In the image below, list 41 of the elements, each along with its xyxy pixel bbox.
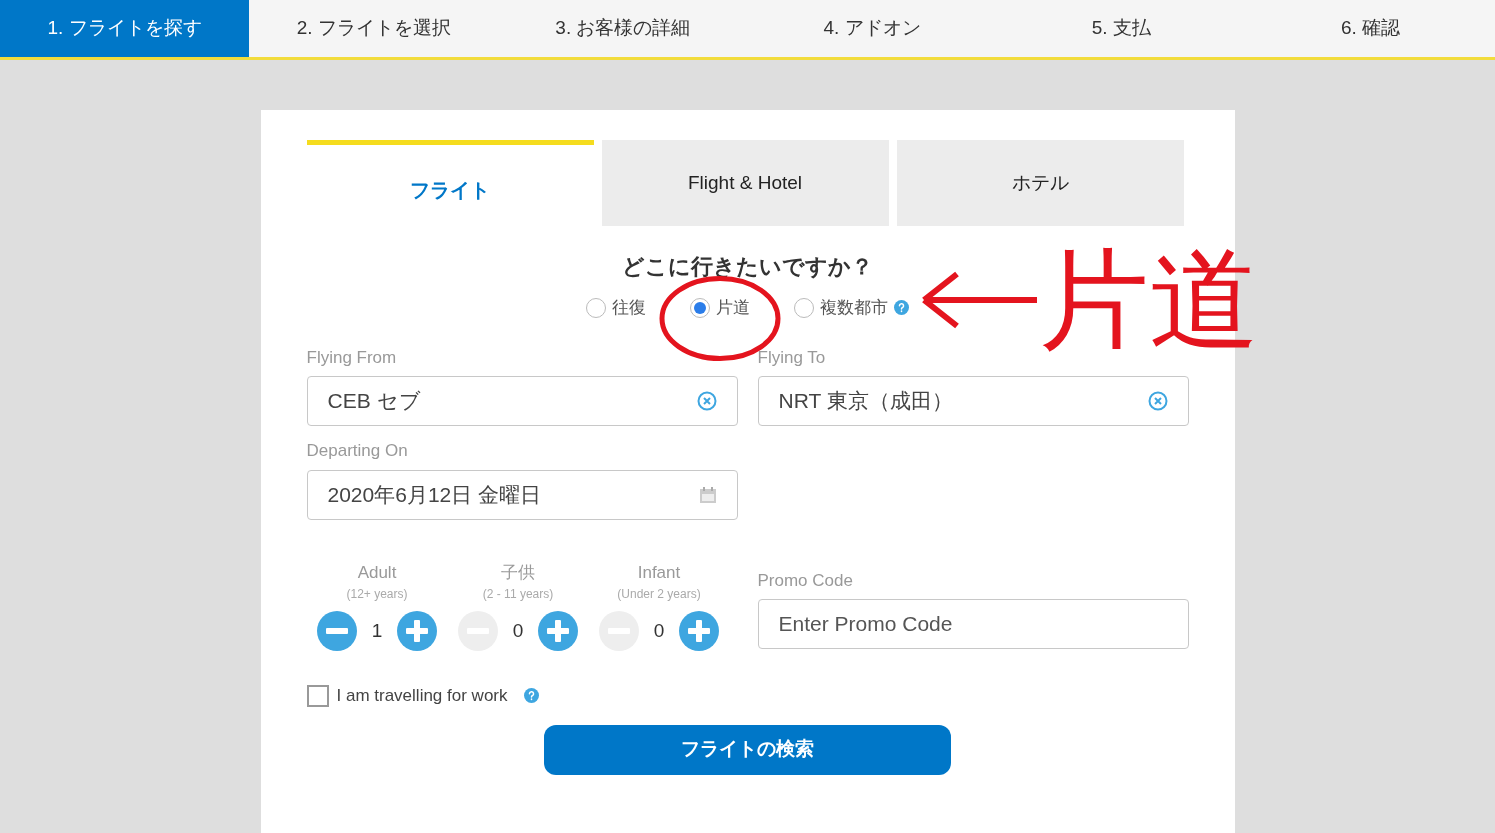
field-label: Flying From [306, 346, 398, 369]
help-icon[interactable] [523, 688, 539, 704]
product-tab[interactable]: Flight & Hotel [601, 140, 889, 226]
passenger-label: 子供 [501, 561, 535, 584]
annotation-text: 片道 [1038, 245, 1259, 355]
step-tab[interactable]: 4. アドオン [747, 0, 997, 57]
passenger-label: Infant [637, 561, 681, 584]
radio-label: 複数都市 [820, 297, 888, 319]
age-range: (Under 2 years) [617, 586, 701, 603]
step-tab[interactable]: 1. フライトを探す [0, 0, 250, 57]
radio-label: 片道 [716, 297, 750, 319]
step-tab[interactable]: 3. お客様の詳細 [498, 0, 748, 57]
passenger-count: 0 [511, 618, 525, 643]
field-label: Departing On [306, 440, 409, 462]
clear-icon[interactable] [696, 391, 717, 411]
plus-button[interactable] [679, 611, 719, 651]
passenger-label: Adult [357, 561, 397, 584]
step-tab[interactable]: 6. 確認 [1245, 0, 1495, 57]
field-label: Flying To [757, 346, 827, 369]
search-flights-button[interactable]: フライトの検索 [544, 724, 951, 775]
input-field[interactable]: 2020年6月12日 金曜日 [306, 469, 738, 520]
clear-icon[interactable] [1147, 391, 1168, 411]
age-range: (2 - 11 years) [482, 586, 554, 603]
input-field[interactable]: NRT 東京（成田） [757, 376, 1189, 426]
checkbox[interactable] [306, 684, 329, 707]
passenger-count: 1 [370, 618, 384, 643]
product-tab[interactable]: ホテル [896, 140, 1184, 226]
step-tab[interactable]: 5. 支払 [996, 0, 1246, 57]
checkbox-label: I am travelling for work [336, 685, 508, 707]
promo-code-field[interactable]: Enter Promo Code [757, 599, 1189, 649]
input-field[interactable]: CEB セブ [306, 376, 738, 426]
calendar-icon[interactable] [698, 485, 717, 504]
step-tab[interactable]: 2. フライトを選択 [249, 0, 499, 57]
plus-button[interactable] [397, 611, 437, 651]
passenger-count: 0 [652, 618, 666, 643]
help-icon[interactable] [894, 300, 909, 316]
field-label: Promo Code [757, 569, 854, 592]
plus-button[interactable] [538, 611, 578, 651]
minus-button[interactable] [317, 611, 357, 651]
age-range: (12+ years) [346, 586, 408, 603]
radio-label: 往復 [612, 297, 646, 319]
